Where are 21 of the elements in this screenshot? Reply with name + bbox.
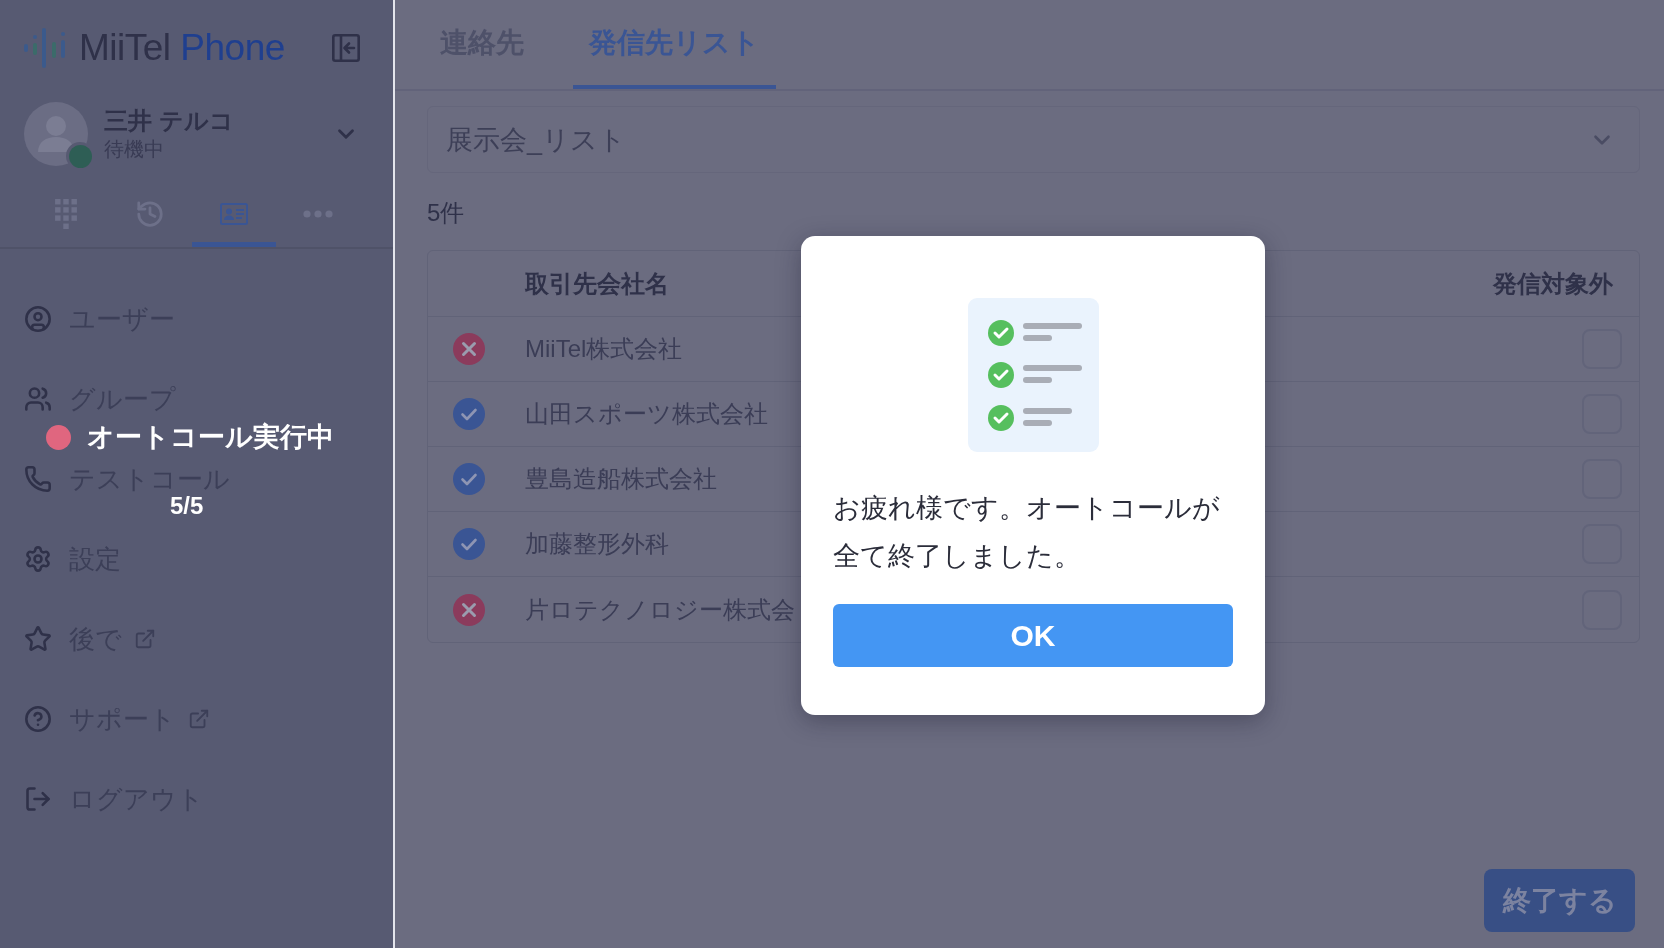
contact-card-icon — [220, 202, 248, 225]
collapse-sidebar-button[interactable] — [332, 34, 360, 62]
gear-icon — [24, 545, 52, 573]
user-circle-icon — [24, 305, 52, 333]
users-icon — [24, 385, 52, 413]
column-header: 発信対象外 — [1493, 268, 1613, 299]
status-dot-icon — [68, 144, 92, 168]
avatar-icon — [24, 102, 88, 166]
audio-bars-icon — [24, 28, 65, 68]
phone-icon — [24, 465, 52, 493]
column-header: 取引先会社名 — [525, 268, 669, 299]
autocall-progress-text: 5/5 — [170, 494, 204, 518]
collapse-panel-icon — [332, 34, 360, 62]
ok-button[interactable]: OK — [833, 604, 1233, 667]
result-count: 5件 — [427, 198, 465, 228]
star-icon — [24, 625, 52, 653]
autocall-status-text: オートコール実行中 — [87, 421, 334, 453]
logout-icon — [24, 785, 52, 813]
dialog-message: お疲れ様です。オートコールが全て終了しました。 — [833, 492, 1221, 573]
end-button[interactable]: 終了する — [1484, 869, 1635, 932]
question-circle-icon — [24, 705, 52, 733]
